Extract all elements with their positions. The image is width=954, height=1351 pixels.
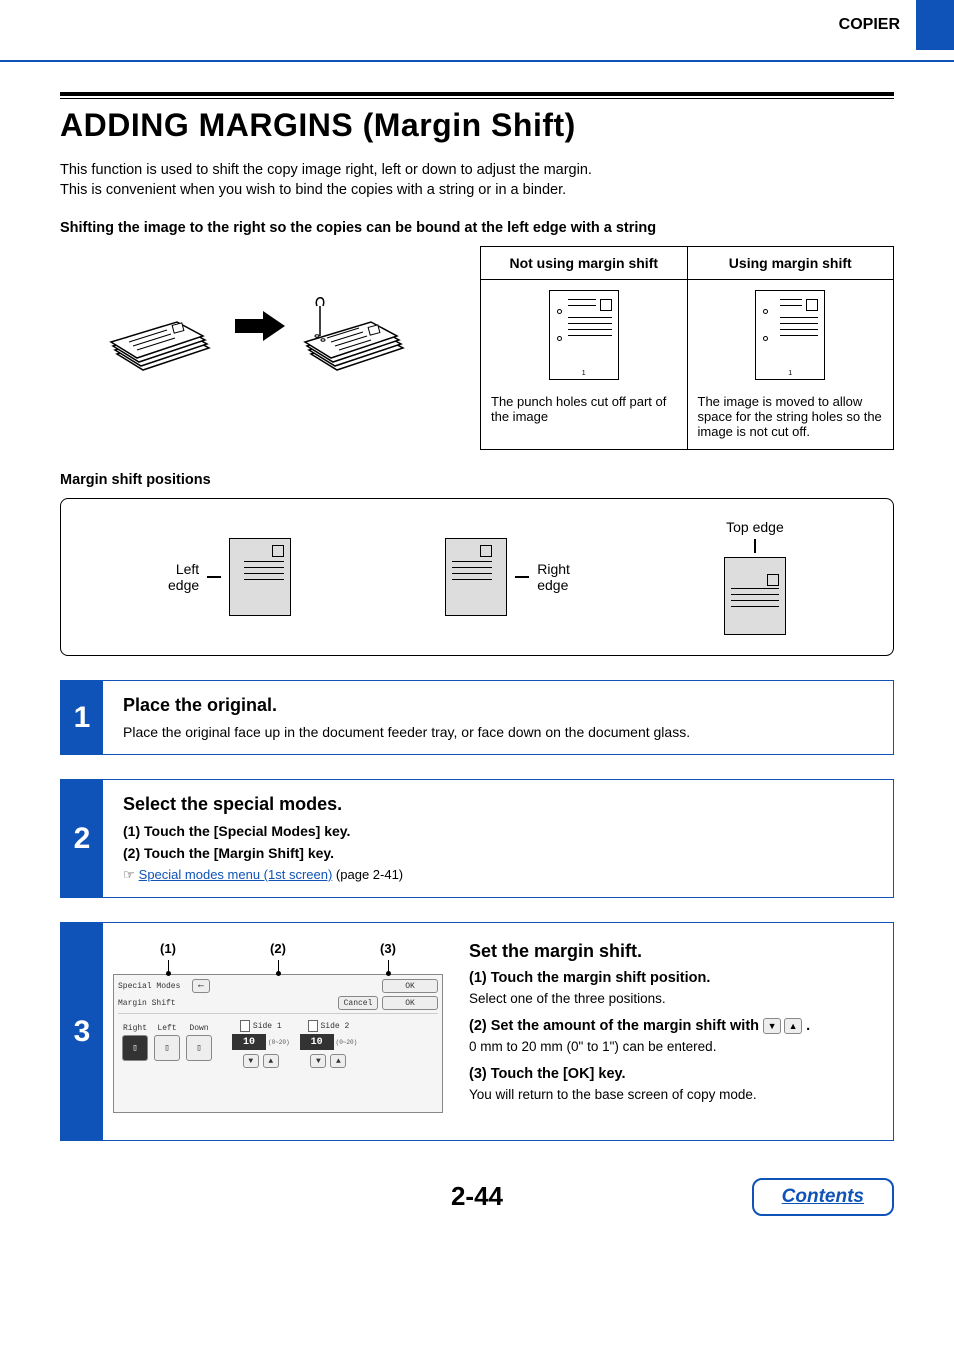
side2-down-button[interactable]: ▼ bbox=[310, 1054, 326, 1068]
binding-illustration bbox=[60, 246, 460, 376]
step-2-title: Select the special modes. bbox=[123, 794, 873, 815]
step-3: 3 (1) (2) (3) Special Modes ⟵ OK bbox=[60, 922, 894, 1141]
step-3-title: Set the margin shift. bbox=[469, 941, 873, 962]
mini-page-shift: 1 bbox=[755, 290, 825, 380]
side2-up-button[interactable]: ▲ bbox=[330, 1054, 346, 1068]
panel-margin-label: Margin Shift bbox=[118, 999, 188, 1008]
opt-left-label: Left bbox=[157, 1024, 176, 1033]
sub-3-b: (3) Touch the [OK] key. bbox=[469, 1066, 873, 1082]
step-1-desc: Place the original face up in the docume… bbox=[123, 724, 873, 740]
callout-2: (2) bbox=[270, 941, 286, 956]
mini-page-no-shift: 1 bbox=[549, 290, 619, 380]
side1-icon bbox=[240, 1020, 250, 1032]
pos-right-label: Rightedge bbox=[537, 561, 570, 593]
side1-up-button[interactable]: ▲ bbox=[263, 1054, 279, 1068]
sub-3-d: You will return to the base screen of co… bbox=[469, 1087, 757, 1102]
panel-ok-button[interactable]: OK bbox=[382, 996, 438, 1010]
header-color-block bbox=[916, 0, 954, 50]
side2-value: 10 bbox=[300, 1034, 334, 1050]
intro-line-2: This is convenient when you wish to bind… bbox=[60, 182, 894, 198]
step-2-number: 2 bbox=[61, 780, 103, 897]
step-1: 1 Place the original. Place the original… bbox=[60, 680, 894, 755]
sub-2-b: (2) Set the amount of the margin shift w… bbox=[469, 1018, 873, 1034]
opt-right-button[interactable]: ▯ bbox=[122, 1035, 148, 1061]
pos-left-label: Leftedge bbox=[168, 561, 199, 593]
section-header: COPIER bbox=[839, 6, 916, 44]
compare-text-no-shift: The punch holes cut off part of the imag… bbox=[491, 394, 677, 424]
positions-diagram: Leftedge Rightedge Top edge bbox=[60, 498, 894, 656]
side1-label: Side 1 bbox=[253, 1022, 282, 1031]
side1-range: (0~20) bbox=[268, 1039, 290, 1046]
page-title: ADDING MARGINS (Margin Shift) bbox=[60, 107, 894, 144]
side2-label: Side 2 bbox=[321, 1022, 350, 1031]
opt-down-button[interactable]: ▯ bbox=[186, 1035, 212, 1061]
reference-icon: ☞ bbox=[123, 867, 135, 882]
step-1-title: Place the original. bbox=[123, 695, 873, 716]
step-2-item-1: (1) Touch the [Special Modes] key. bbox=[123, 823, 873, 839]
inline-up-icon: ▲ bbox=[784, 1018, 802, 1034]
touch-panel: Special Modes ⟵ OK Margin Shift Cancel O… bbox=[113, 974, 443, 1113]
sub-1-d: Select one of the three positions. bbox=[469, 991, 666, 1006]
intro-line-1: This function is used to shift the copy … bbox=[60, 162, 894, 178]
panel-ok-top-button[interactable]: OK bbox=[382, 979, 438, 993]
compare-text-shift: The image is moved to allow space for th… bbox=[698, 394, 884, 439]
side1-down-button[interactable]: ▼ bbox=[243, 1054, 259, 1068]
sub-2-d: 0 mm to 20 mm (0" to 1") can be entered. bbox=[469, 1039, 716, 1054]
side2-icon bbox=[308, 1020, 318, 1032]
title-rule bbox=[60, 92, 894, 99]
example-heading: Shifting the image to the right so the c… bbox=[60, 220, 894, 236]
inline-down-icon: ▼ bbox=[763, 1018, 781, 1034]
sub-1-b: (1) Touch the margin shift position. bbox=[469, 970, 873, 986]
opt-right-label: Right bbox=[123, 1024, 147, 1033]
panel-back-button[interactable]: ⟵ bbox=[192, 979, 210, 993]
page-number: 2-44 bbox=[451, 1181, 503, 1212]
panel-special-label: Special Modes bbox=[118, 982, 188, 991]
opt-left-button[interactable]: ▯ bbox=[154, 1035, 180, 1061]
ref-page: (page 2-41) bbox=[332, 867, 403, 882]
contents-button[interactable]: Contents bbox=[752, 1178, 894, 1216]
callout-3: (3) bbox=[380, 941, 396, 956]
opt-down-label: Down bbox=[189, 1024, 208, 1033]
arrow-right-icon bbox=[235, 311, 285, 341]
panel-cancel-button[interactable]: Cancel bbox=[338, 996, 378, 1010]
step-1-number: 1 bbox=[61, 681, 103, 754]
positions-heading: Margin shift positions bbox=[60, 472, 894, 488]
step-3-number: 3 bbox=[61, 923, 103, 1140]
special-modes-link[interactable]: Special modes menu (1st screen) bbox=[139, 867, 333, 882]
header-rule bbox=[0, 60, 954, 62]
step-2: 2 Select the special modes. (1) Touch th… bbox=[60, 779, 894, 898]
compare-header-shift: Using margin shift bbox=[688, 247, 894, 280]
side1-value: 10 bbox=[232, 1034, 266, 1050]
callout-1: (1) bbox=[160, 941, 176, 956]
pos-top-label: Top edge bbox=[726, 519, 784, 535]
comparison-table: Not using margin shift 1 The punch ho bbox=[480, 246, 894, 450]
side2-range: (0~20) bbox=[336, 1039, 358, 1046]
compare-header-no-shift: Not using margin shift bbox=[481, 247, 687, 280]
step-2-item-2: (2) Touch the [Margin Shift] key. bbox=[123, 845, 873, 861]
